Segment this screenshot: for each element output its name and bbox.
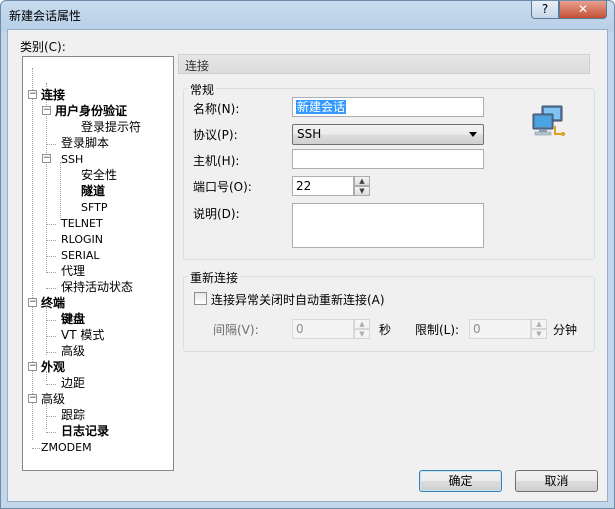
tree-item-margins[interactable]: 边距 bbox=[61, 376, 85, 390]
minutes-label: 分钟 bbox=[553, 323, 578, 337]
spin-up-icon[interactable]: ▲ bbox=[354, 176, 370, 186]
reconnect-group-title: 重新连接 bbox=[188, 269, 241, 286]
tree-item-vt-modes[interactable]: VT 模式 bbox=[61, 328, 104, 342]
tree-item-proxy[interactable]: 代理 bbox=[61, 264, 85, 278]
title-bar: 新建会话属性 ? ✕ bbox=[1, 1, 614, 29]
protocol-select[interactable]: SSH bbox=[292, 124, 484, 145]
tree-item-logging[interactable]: 日志记录 bbox=[61, 424, 109, 438]
tree-item-login-prompts[interactable]: 登录提示符 bbox=[81, 120, 141, 134]
tree-item-rlogin[interactable]: RLOGIN bbox=[61, 233, 103, 247]
spin-up-icon[interactable]: ▲ bbox=[531, 319, 547, 329]
help-button[interactable]: ? bbox=[531, 1, 559, 19]
general-group-title: 常规 bbox=[188, 81, 217, 98]
host-label: 主机(H): bbox=[193, 154, 240, 168]
reconnect-group bbox=[183, 276, 595, 352]
tree-item-trace[interactable]: 跟踪 bbox=[61, 408, 85, 422]
description-field[interactable] bbox=[292, 203, 484, 248]
chevron-down-icon bbox=[469, 132, 477, 137]
tree-item-serial[interactable]: SERIAL bbox=[61, 249, 99, 263]
category-label: 类别(C): bbox=[20, 40, 66, 54]
dialog-body: 类别(C): − − − − − − 连接 用户身份验证 登录提示符 登录脚本 … bbox=[7, 29, 608, 502]
name-label: 名称(N): bbox=[193, 102, 240, 116]
tree-item-keep-alive[interactable]: 保持活动状态 bbox=[61, 280, 133, 294]
limit-label: 限制(L): bbox=[415, 323, 460, 337]
tree-item-sftp[interactable]: SFTP bbox=[81, 201, 107, 215]
close-button[interactable]: ✕ bbox=[559, 1, 607, 19]
network-computers-icon bbox=[532, 105, 565, 136]
category-tree[interactable]: − − − − − − 连接 用户身份验证 登录提示符 登录脚本 SSH 安全性… bbox=[22, 56, 174, 471]
auto-reconnect-checkbox[interactable] bbox=[194, 292, 207, 305]
tree-item-advanced[interactable]: 高级 bbox=[41, 392, 65, 406]
host-field[interactable] bbox=[292, 149, 484, 169]
panel-title: 连接 bbox=[185, 59, 210, 73]
tree-item-terminal[interactable]: 终端 bbox=[41, 296, 65, 310]
tree-item-appearance[interactable]: 外观 bbox=[41, 360, 65, 374]
seconds-label: 秒 bbox=[379, 323, 392, 337]
window-title: 新建会话属性 bbox=[9, 9, 82, 23]
tree-item-zmodem[interactable]: ZMODEM bbox=[41, 441, 92, 455]
spin-up-icon[interactable]: ▲ bbox=[354, 319, 370, 329]
limit-field[interactable]: 0 bbox=[469, 319, 531, 339]
name-field-value: 新建会话 bbox=[296, 100, 347, 114]
collapse-icon[interactable]: − bbox=[28, 394, 37, 403]
protocol-select-value: SSH bbox=[297, 127, 322, 141]
tree-item-telnet[interactable]: TELNET bbox=[61, 217, 103, 231]
tree-item-tunneling[interactable]: 隧道 bbox=[81, 184, 105, 198]
tree-item-ssh[interactable]: SSH bbox=[61, 153, 83, 167]
panel-header: 连接 bbox=[178, 54, 590, 74]
collapse-icon[interactable]: − bbox=[28, 298, 37, 307]
port-label: 端口号(O): bbox=[193, 180, 252, 194]
interval-stepper[interactable]: ▲ ▼ bbox=[354, 319, 370, 339]
collapse-icon[interactable]: − bbox=[28, 90, 37, 99]
auto-reconnect-label[interactable]: 连接异常关闭时自动重新连接(A) bbox=[211, 291, 385, 308]
collapse-icon[interactable]: − bbox=[42, 106, 51, 115]
interval-field[interactable]: 0 bbox=[292, 319, 354, 339]
cancel-button[interactable]: 取消 bbox=[515, 470, 598, 492]
tree-item-terminal-advanced[interactable]: 高级 bbox=[61, 344, 85, 358]
spin-down-icon[interactable]: ▼ bbox=[354, 186, 370, 196]
name-field[interactable]: 新建会话 bbox=[292, 97, 484, 117]
dialog-window: 新建会话属性 ? ✕ 类别(C): − − − − − − 连接 用户身份验证 … bbox=[0, 0, 615, 509]
tree-item-connection[interactable]: 连接 bbox=[41, 88, 65, 102]
port-stepper[interactable]: ▲ ▼ bbox=[354, 176, 370, 196]
spin-down-icon[interactable]: ▼ bbox=[531, 329, 547, 339]
tree-item-login-script[interactable]: 登录脚本 bbox=[61, 136, 109, 150]
tree-item-keyboard[interactable]: 键盘 bbox=[61, 312, 85, 326]
interval-label: 间隔(V): bbox=[213, 323, 259, 337]
port-field[interactable]: 22 bbox=[292, 176, 354, 196]
spin-down-icon[interactable]: ▼ bbox=[354, 329, 370, 339]
collapse-icon[interactable]: − bbox=[28, 362, 37, 371]
limit-stepper[interactable]: ▲ ▼ bbox=[531, 319, 547, 339]
tree-item-user-auth[interactable]: 用户身份验证 bbox=[55, 104, 127, 118]
protocol-label: 协议(P): bbox=[193, 128, 238, 142]
tree-item-security[interactable]: 安全性 bbox=[81, 168, 117, 182]
ok-button[interactable]: 确定 bbox=[419, 470, 502, 492]
description-label: 说明(D): bbox=[193, 207, 240, 221]
collapse-icon[interactable]: − bbox=[42, 154, 51, 163]
